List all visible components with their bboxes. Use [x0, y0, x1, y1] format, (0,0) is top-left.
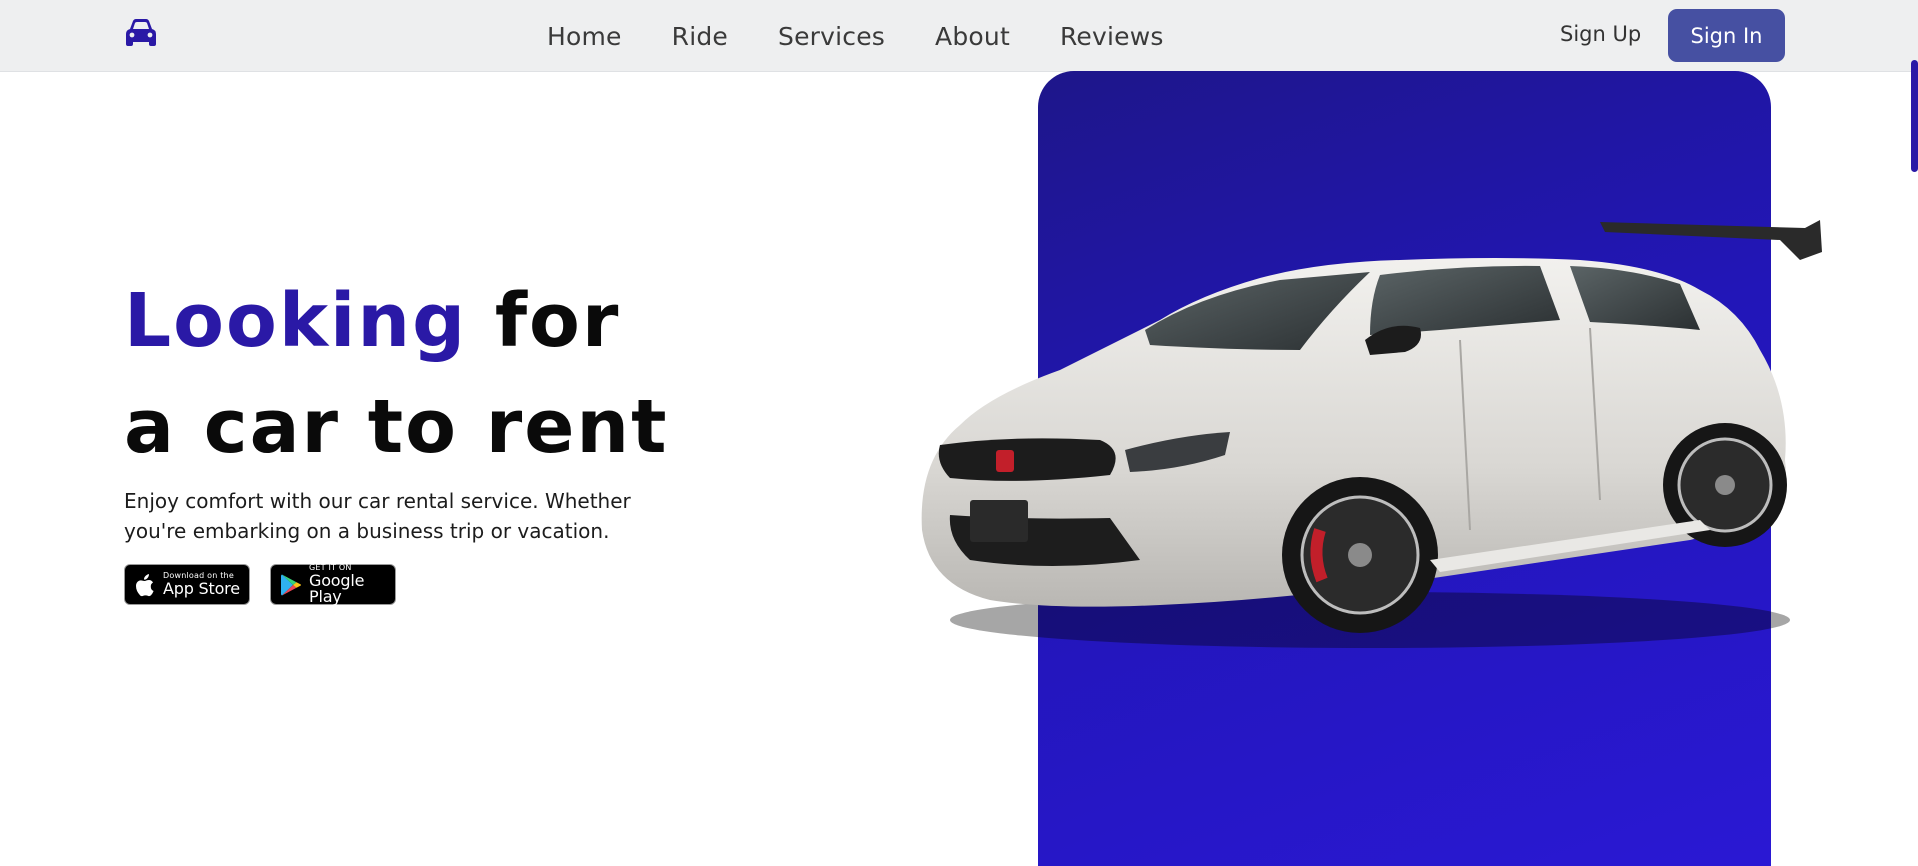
- sign-up-link[interactable]: Sign Up: [1560, 22, 1641, 46]
- hero-title-accent: Looking: [124, 278, 468, 364]
- apple-icon: [136, 573, 154, 596]
- app-store-badge[interactable]: Download on the App Store: [124, 564, 250, 605]
- nav-reviews[interactable]: Reviews: [1060, 22, 1164, 51]
- car-icon[interactable]: [124, 18, 158, 48]
- google-play-big-text: Google Play: [309, 571, 365, 606]
- store-badges: Download on the App Store GET IT ON Goog…: [124, 564, 396, 605]
- hero-title-line1-rest: for: [494, 278, 621, 364]
- nav-ride[interactable]: Ride: [672, 22, 728, 51]
- scrollbar-thumb[interactable]: [1911, 60, 1918, 172]
- nav-home[interactable]: Home: [547, 22, 622, 51]
- hero-title: Looking for a car to rent: [124, 268, 668, 480]
- app-store-big-text: App Store: [163, 579, 240, 598]
- hero-description: Enjoy comfort with our car rental servic…: [124, 489, 631, 543]
- nav-services[interactable]: Services: [778, 22, 885, 51]
- google-play-icon: [281, 574, 301, 595]
- google-play-badge[interactable]: GET IT ON Google Play: [270, 564, 396, 605]
- navbar: Home Ride Services About Reviews Sign Up…: [0, 0, 1918, 72]
- hero-title-line2: a car to rent: [124, 384, 669, 470]
- main-nav: Home Ride Services About Reviews: [547, 0, 1214, 72]
- nav-about[interactable]: About: [935, 22, 1010, 51]
- car-image: [921, 220, 1822, 648]
- sign-in-button[interactable]: Sign In: [1668, 9, 1785, 62]
